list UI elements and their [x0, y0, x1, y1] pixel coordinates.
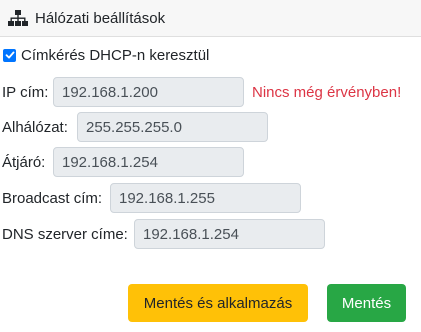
gateway-label: Átjáró: [2, 154, 46, 171]
network-tree-icon [8, 10, 28, 26]
panel-title: Hálózati beállítások [35, 9, 166, 27]
gateway-field[interactable]: 192.168.1.254 [53, 147, 244, 177]
broadcast-field[interactable]: 192.168.1.255 [110, 183, 301, 213]
panel-header: Hálózati beállítások [0, 0, 421, 37]
subnet-field[interactable]: 255.255.255.0 [77, 112, 268, 142]
save-and-apply-button[interactable]: Mentés és alkalmazás [128, 284, 308, 322]
broadcast-label: Broadcast cím: [2, 190, 103, 207]
dhcp-checkbox[interactable] [3, 48, 16, 62]
dhcp-option[interactable]: Címkérés DHCP-n keresztül [3, 45, 209, 65]
ip-label: IP cím: [2, 84, 49, 101]
checkmark-icon [5, 51, 14, 59]
ip-field[interactable]: 192.168.1.200 [53, 77, 244, 107]
dhcp-label: Címkérés DHCP-n keresztül [21, 46, 210, 64]
dns-label: DNS szerver címe: [2, 226, 128, 243]
save-button[interactable]: Mentés [327, 284, 406, 322]
subnet-label: Alhálózat: [2, 119, 68, 136]
dns-field[interactable]: 192.168.1.254 [134, 219, 325, 249]
not-applied-warning: Nincs még érvényben! [252, 84, 402, 101]
